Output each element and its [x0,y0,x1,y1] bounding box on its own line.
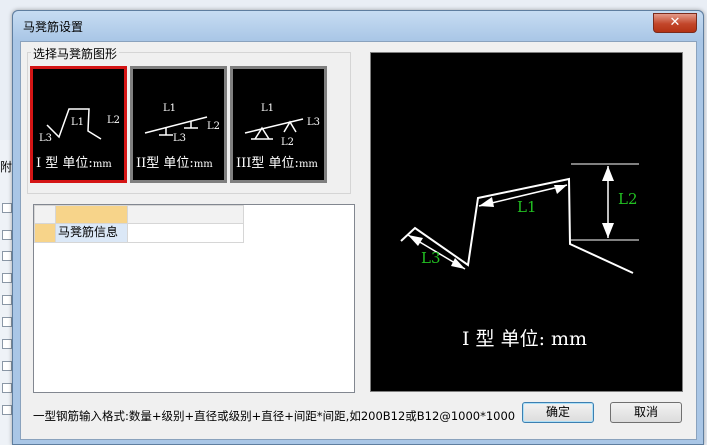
preview-l2-label: L2 [618,190,638,208]
grid-corner-header [34,205,56,224]
grid-row-value-cell[interactable] [127,223,244,243]
background-checkbox [2,317,12,327]
type-3-unit-label: 单位: [268,156,299,171]
mabingjin-settings-dialog: 马凳筋设置 ✕ 选择马凳筋图形 L1 L2 L3 I 型 单位:mm L1 L2… [12,10,704,445]
type-1-caption: I 型 单位:mm [36,152,112,171]
background-checkbox [2,361,12,371]
background-checkbox [2,230,12,240]
type-2-unit-value: mm [193,159,213,170]
shape-option-type-1[interactable]: L1 L2 L3 I 型 单位:mm [30,66,127,183]
shape-option-type-3[interactable]: L1 L3 L2 III型 单位:mm [230,66,327,183]
shape-preview-panel: L2 L1 L3 I 型 单位: mm [370,52,683,392]
type-2-unit-label: 单位: [163,156,194,171]
type-3-type-label: III型 [236,156,265,171]
grid-row-header[interactable] [34,223,56,243]
type-1-type-label: I 型 [36,156,59,171]
type-1-l1-label: L1 [71,117,84,128]
shape-selection-label: 选择马凳筋图形 [31,45,120,62]
type-2-l3-label: L3 [173,133,186,144]
type-2-type-label: II型 [136,156,160,171]
type-2-l2-label: L2 [207,121,220,132]
dialog-client-area: 选择马凳筋图形 L1 L2 L3 I 型 单位:mm L1 L2 L3 II型 … [20,41,697,440]
type-3-l3-label: L3 [307,117,320,128]
background-checkbox [2,203,12,213]
grid-column-header-value[interactable] [127,205,244,224]
type-1-l3-label: L3 [39,133,52,144]
type-1-l2-label: L2 [107,115,120,126]
grid-column-header-name[interactable] [55,205,128,224]
type-2-caption: II型 单位:mm [136,152,213,171]
background-checkbox [2,251,12,261]
preview-caption: I 型 单位: mm [462,328,588,350]
type-3-l2-label: L2 [281,137,294,148]
background-checkbox [2,273,12,283]
type-2-l1-label: L1 [163,103,176,114]
type-3-l1-label: L1 [261,103,274,114]
background-checkbox [2,339,12,349]
ok-button[interactable]: 确定 [522,402,594,423]
preview-l1-label: L1 [517,198,537,216]
input-format-hint: 一型钢筋输入格式:数量+级别+直径或级别+直径+间距*间距,如200B12或B1… [33,409,516,423]
type-3-caption: III型 单位:mm [236,152,318,171]
preview-l3-label: L3 [421,249,441,267]
type-1-unit-label: 单位: [62,156,93,171]
close-button[interactable]: ✕ [653,13,697,33]
type-1-unit-value: mm [92,159,112,170]
background-checkbox [2,405,12,415]
type-3-unit-value: mm [298,159,318,170]
property-grid[interactable]: 马凳筋信息 [33,204,355,393]
cancel-button[interactable]: 取消 [610,402,682,423]
shape-selection-group: 选择马凳筋图形 L1 L2 L3 I 型 单位:mm L1 L2 L3 II型 … [27,45,351,194]
grid-row-label: 马凳筋信息 [55,223,128,243]
shape-option-type-2[interactable]: L1 L2 L3 II型 单位:mm [130,66,227,183]
background-checkbox [2,295,12,305]
background-checkbox [2,383,12,393]
title-bar[interactable]: 马凳筋设置 ✕ [13,11,703,41]
close-icon: ✕ [669,15,681,30]
dialog-title: 马凳筋设置 [23,20,84,34]
